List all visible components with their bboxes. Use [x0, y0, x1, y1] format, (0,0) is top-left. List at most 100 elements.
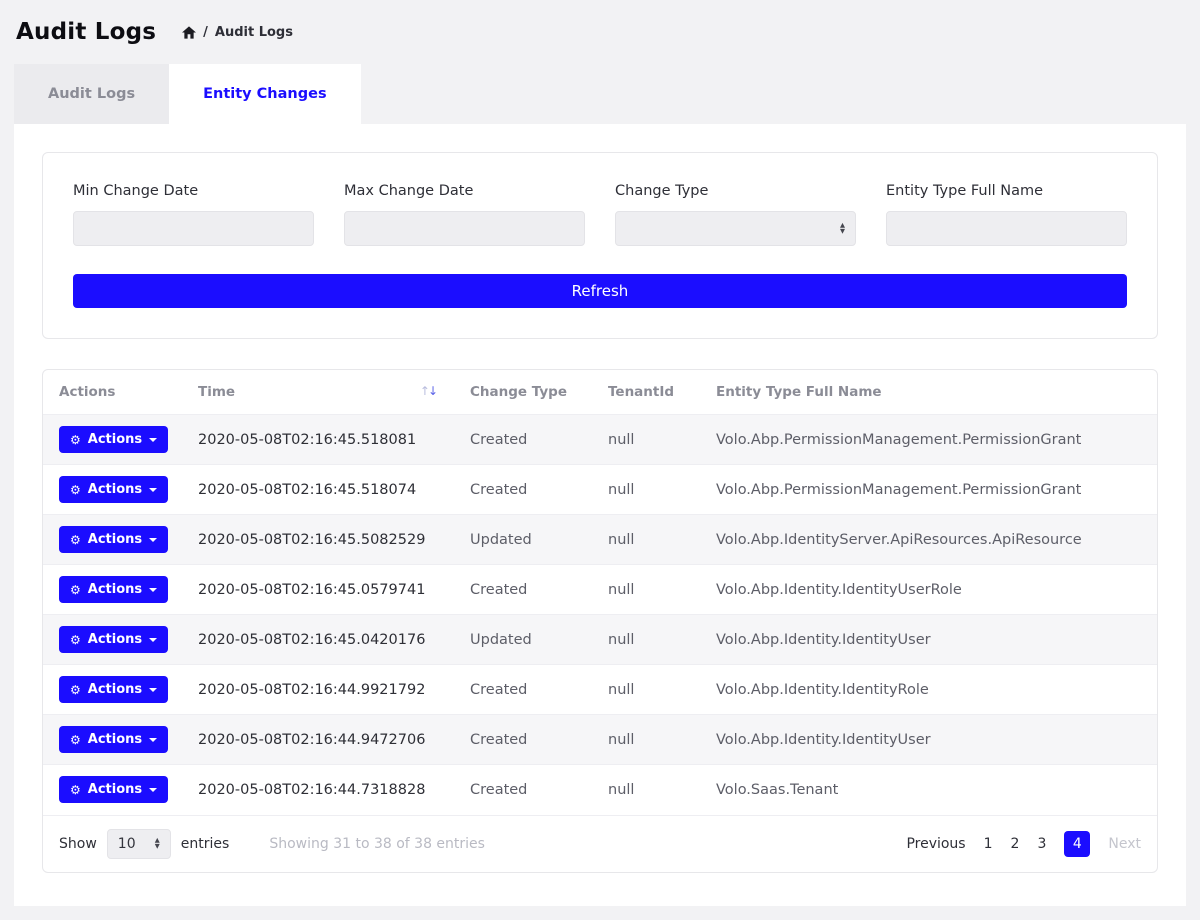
gear-icon: ⚙ [70, 684, 81, 696]
filter-change-type: Change Type ▲▼ [615, 183, 856, 246]
page-size-select[interactable]: 10 ▲▼ [107, 829, 171, 859]
filter-max-change-date: Max Change Date [344, 183, 585, 246]
pagination-page-1[interactable]: 1 [984, 836, 993, 852]
max-change-date-label: Max Change Date [344, 183, 585, 199]
entries-label: entries [181, 836, 230, 852]
cell-entity-type: Volo.Abp.PermissionManagement.Permission… [708, 465, 1157, 515]
show-label: Show [59, 836, 97, 852]
cell-entity-type: Volo.Abp.IdentityServer.ApiResources.Api… [708, 515, 1157, 565]
cell-entity-type: Volo.Abp.Identity.IdentityRole [708, 665, 1157, 715]
entity-changes-table: Actions Time ↑↓ Change Type TenantId Ent… [43, 370, 1157, 815]
cell-tenant-id: null [600, 515, 708, 565]
table-row: ⚙Actions 2020-05-08T02:16:45.0420176 Upd… [43, 615, 1157, 665]
cell-time: 2020-05-08T02:16:44.7318828 [190, 765, 462, 815]
cell-tenant-id: null [600, 715, 708, 765]
min-change-date-input[interactable] [73, 211, 314, 246]
row-actions-button[interactable]: ⚙Actions [59, 726, 168, 753]
breadcrumb-current: Audit Logs [215, 25, 293, 40]
tab-audit-logs[interactable]: Audit Logs [14, 64, 169, 124]
cell-tenant-id: null [600, 615, 708, 665]
cell-change-type: Created [462, 765, 600, 815]
min-change-date-label: Min Change Date [73, 183, 314, 199]
table-row: ⚙Actions 2020-05-08T02:16:45.518074 Crea… [43, 465, 1157, 515]
row-actions-button[interactable]: ⚙Actions [59, 426, 168, 453]
pagination-page-4[interactable]: 4 [1064, 831, 1090, 857]
caret-down-icon [149, 438, 157, 442]
content-panel: Min Change Date Max Change Date Change T… [14, 124, 1186, 906]
entity-type-full-name-label: Entity Type Full Name [886, 183, 1127, 199]
table-row: ⚙Actions 2020-05-08T02:16:44.7318828 Cre… [43, 765, 1157, 815]
page-header: Audit Logs / Audit Logs [0, 0, 1200, 64]
caret-down-icon [149, 788, 157, 792]
header-time[interactable]: Time ↑↓ [190, 370, 462, 415]
gear-icon: ⚙ [70, 484, 81, 496]
header-actions: Actions [43, 370, 190, 415]
pagination-page-2[interactable]: 2 [1011, 836, 1020, 852]
gear-icon: ⚙ [70, 784, 81, 796]
select-arrows-icon: ▲▼ [155, 838, 160, 849]
gear-icon: ⚙ [70, 734, 81, 746]
row-actions-button[interactable]: ⚙Actions [59, 676, 168, 703]
sort-icon[interactable]: ↑↓ [420, 384, 436, 398]
caret-down-icon [149, 538, 157, 542]
cell-time: 2020-05-08T02:16:45.518081 [190, 415, 462, 465]
cell-time: 2020-05-08T02:16:45.0420176 [190, 615, 462, 665]
cell-tenant-id: null [600, 465, 708, 515]
page: Audit Logs / Audit Logs Audit Logs Entit… [0, 0, 1200, 906]
cell-tenant-id: null [600, 565, 708, 615]
cell-time: 2020-05-08T02:16:44.9472706 [190, 715, 462, 765]
page-size-value: 10 [118, 836, 136, 852]
table-row: ⚙Actions 2020-05-08T02:16:44.9472706 Cre… [43, 715, 1157, 765]
gear-icon: ⚙ [70, 584, 81, 596]
row-actions-button[interactable]: ⚙Actions [59, 576, 168, 603]
home-icon[interactable] [182, 26, 196, 39]
refresh-button[interactable]: Refresh [73, 274, 1127, 308]
cell-entity-type: Volo.Abp.Identity.IdentityUser [708, 715, 1157, 765]
cell-change-type: Created [462, 715, 600, 765]
table-row: ⚙Actions 2020-05-08T02:16:45.0579741 Cre… [43, 565, 1157, 615]
cell-tenant-id: null [600, 665, 708, 715]
caret-down-icon [149, 688, 157, 692]
pagination-page-3[interactable]: 3 [1037, 836, 1046, 852]
filter-card: Min Change Date Max Change Date Change T… [42, 152, 1158, 339]
cell-change-type: Created [462, 415, 600, 465]
cell-change-type: Updated [462, 615, 600, 665]
table-row: ⚙Actions 2020-05-08T02:16:45.5082529 Upd… [43, 515, 1157, 565]
cell-entity-type: Volo.Saas.Tenant [708, 765, 1157, 815]
gear-icon: ⚙ [70, 534, 81, 546]
row-actions-button[interactable]: ⚙Actions [59, 776, 168, 803]
max-change-date-input[interactable] [344, 211, 585, 246]
filter-entity-type-full-name: Entity Type Full Name [886, 183, 1127, 246]
header-tenant-id: TenantId [600, 370, 708, 415]
header-change-type: Change Type [462, 370, 600, 415]
row-actions-button[interactable]: ⚙Actions [59, 626, 168, 653]
cell-entity-type: Volo.Abp.Identity.IdentityUserRole [708, 565, 1157, 615]
cell-change-type: Created [462, 665, 600, 715]
cell-tenant-id: null [600, 765, 708, 815]
pagination-next[interactable]: Next [1108, 836, 1141, 852]
breadcrumb-separator: / [203, 25, 208, 40]
cell-time: 2020-05-08T02:16:45.0579741 [190, 565, 462, 615]
cell-time: 2020-05-08T02:16:44.9921792 [190, 665, 462, 715]
page-size-group: Show 10 ▲▼ entries [59, 829, 229, 859]
caret-down-icon [149, 488, 157, 492]
change-type-select[interactable]: ▲▼ [615, 211, 856, 246]
table-row: ⚙Actions 2020-05-08T02:16:45.518081 Crea… [43, 415, 1157, 465]
pagination-previous[interactable]: Previous [906, 836, 965, 852]
change-type-label: Change Type [615, 183, 856, 199]
cell-entity-type: Volo.Abp.Identity.IdentityUser [708, 615, 1157, 665]
row-actions-button[interactable]: ⚙Actions [59, 476, 168, 503]
table-footer: Show 10 ▲▼ entries Showing 31 to 38 of 3… [43, 815, 1157, 872]
row-actions-button[interactable]: ⚙Actions [59, 526, 168, 553]
caret-down-icon [149, 638, 157, 642]
select-arrows-icon: ▲▼ [840, 223, 845, 234]
table-header-row: Actions Time ↑↓ Change Type TenantId Ent… [43, 370, 1157, 415]
pagination: Previous 1 2 3 4 Next [906, 831, 1141, 857]
entity-type-full-name-input[interactable] [886, 211, 1127, 246]
cell-time: 2020-05-08T02:16:45.518074 [190, 465, 462, 515]
header-entity-type: Entity Type Full Name [708, 370, 1157, 415]
tab-entity-changes[interactable]: Entity Changes [169, 64, 360, 124]
gear-icon: ⚙ [70, 634, 81, 646]
cell-tenant-id: null [600, 415, 708, 465]
cell-change-type: Created [462, 465, 600, 515]
